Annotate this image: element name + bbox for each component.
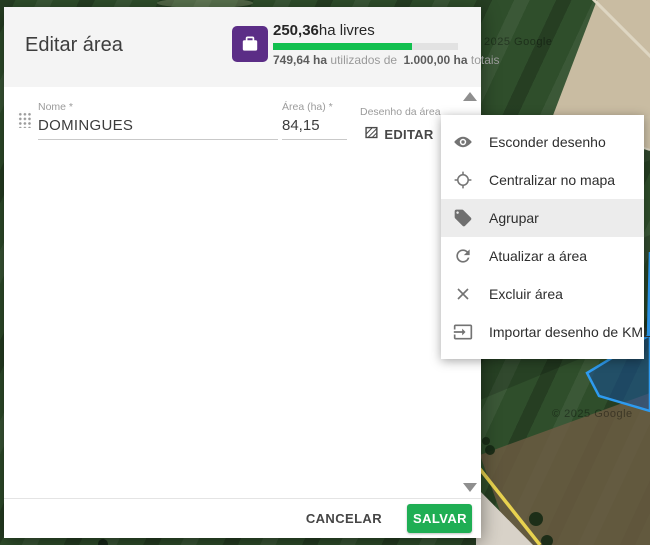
- polygon-edit-icon: [364, 125, 379, 143]
- usage-summary: 250,36ha livres 749,64 ha utilizados de …: [273, 21, 473, 67]
- map-tree: [485, 445, 495, 455]
- name-label: Nome *: [38, 101, 278, 113]
- menu-item-label: Importar desenho de KML: [489, 324, 650, 340]
- menu-item-label: Agrupar: [489, 210, 539, 226]
- map-watermark: 2025 Google: [484, 36, 553, 48]
- briefcase-icon: [232, 26, 268, 62]
- menu-item-label: Esconder desenho: [489, 134, 606, 150]
- crosshair-icon: [453, 170, 473, 190]
- usage-progressbar: [273, 43, 458, 50]
- menu-item-label: Atualizar a área: [489, 248, 587, 264]
- dialog-header: Editar área 250,36ha livres 749,64 ha ut…: [4, 7, 481, 87]
- name-field-group: Nome *: [38, 101, 278, 140]
- map-watermark-copyright: © 2025 Google: [552, 408, 633, 420]
- drawing-label: Desenho da área: [360, 106, 438, 118]
- area-context-menu: Esconder desenho Centralizar no mapa Agr…: [441, 115, 644, 359]
- edit-drawing-label: EDITAR: [384, 127, 433, 142]
- used-hectares-text: 749,64 ha utilizados de 1.000,00 ha tota…: [273, 53, 473, 67]
- dialog-title: Editar área: [25, 34, 123, 57]
- edit-area-dialog: Editar área 250,36ha livres 749,64 ha ut…: [4, 7, 481, 538]
- menu-item-label: Excluir área: [489, 286, 563, 302]
- drawing-group: Desenho da área EDITAR: [360, 106, 438, 145]
- usage-progressbar-fill: [273, 43, 412, 50]
- cancel-button[interactable]: CANCELAR: [302, 505, 386, 532]
- import-icon: [453, 322, 473, 342]
- drag-handle-icon[interactable]: [17, 111, 31, 128]
- menu-item-centralizar-no-mapa[interactable]: Centralizar no mapa: [441, 161, 644, 199]
- menu-item-agrupar[interactable]: Agrupar: [441, 199, 644, 237]
- menu-item-excluir-area[interactable]: Excluir área: [441, 275, 644, 313]
- area-input[interactable]: [282, 113, 347, 140]
- refresh-icon: [453, 246, 473, 266]
- menu-item-esconder-desenho[interactable]: Esconder desenho: [441, 123, 644, 161]
- scroll-up-arrow[interactable]: [463, 92, 477, 101]
- menu-item-atualizar-a-area[interactable]: Atualizar a área: [441, 237, 644, 275]
- map-tree: [529, 512, 543, 526]
- area-field-group: Área (ha) *: [282, 101, 347, 140]
- map-tree: [98, 539, 108, 545]
- dialog-footer: CANCELAR SALVAR: [4, 498, 481, 538]
- name-input[interactable]: [38, 113, 278, 140]
- tag-icon: [453, 208, 473, 228]
- save-button[interactable]: SALVAR: [407, 504, 472, 533]
- edit-drawing-button[interactable]: EDITAR: [360, 123, 437, 145]
- app-window: 2025 Google © 2025 Google Editar área 25…: [0, 0, 650, 545]
- close-icon: [453, 284, 473, 304]
- eye-icon: [453, 132, 473, 152]
- map-tree: [482, 437, 490, 445]
- menu-item-importar-desenho-de-kml[interactable]: Importar desenho de KML: [441, 313, 644, 351]
- free-hectares-value: 250,36: [273, 22, 319, 39]
- scroll-down-arrow[interactable]: [463, 483, 477, 492]
- area-label: Área (ha) *: [282, 101, 347, 113]
- free-hectares-text: 250,36ha livres: [273, 21, 473, 40]
- menu-item-label: Centralizar no mapa: [489, 172, 615, 188]
